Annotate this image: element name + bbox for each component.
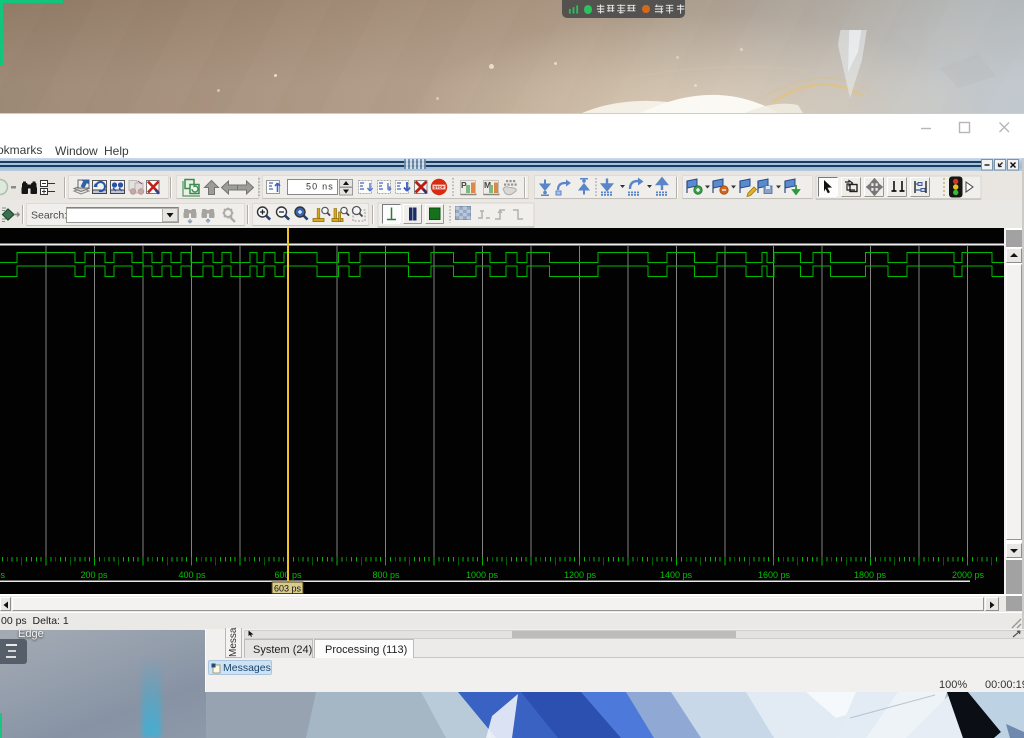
svg-text:800 ps: 800 ps [372,570,400,580]
svg-text:1200 ps: 1200 ps [564,570,597,580]
svg-text:1400 ps: 1400 ps [660,570,693,580]
svg-text:STOP: STOP [434,185,445,190]
svg-text:1000 ps: 1000 ps [466,570,499,580]
svg-text:400 ps: 400 ps [178,570,206,580]
svg-text:0 ps: 0 ps [0,570,6,580]
svg-text:Search:: Search: [31,210,67,222]
svg-text:2000 ps: 2000 ps [952,570,985,580]
svg-text:200 ps: 200 ps [80,570,108,580]
svg-text:1600 ps: 1600 ps [758,570,791,580]
svg-text:50 ns: 50 ns [306,182,334,192]
svg-text:603 ps: 603 ps [274,584,302,594]
svg-text:1800 ps: 1800 ps [854,570,887,580]
